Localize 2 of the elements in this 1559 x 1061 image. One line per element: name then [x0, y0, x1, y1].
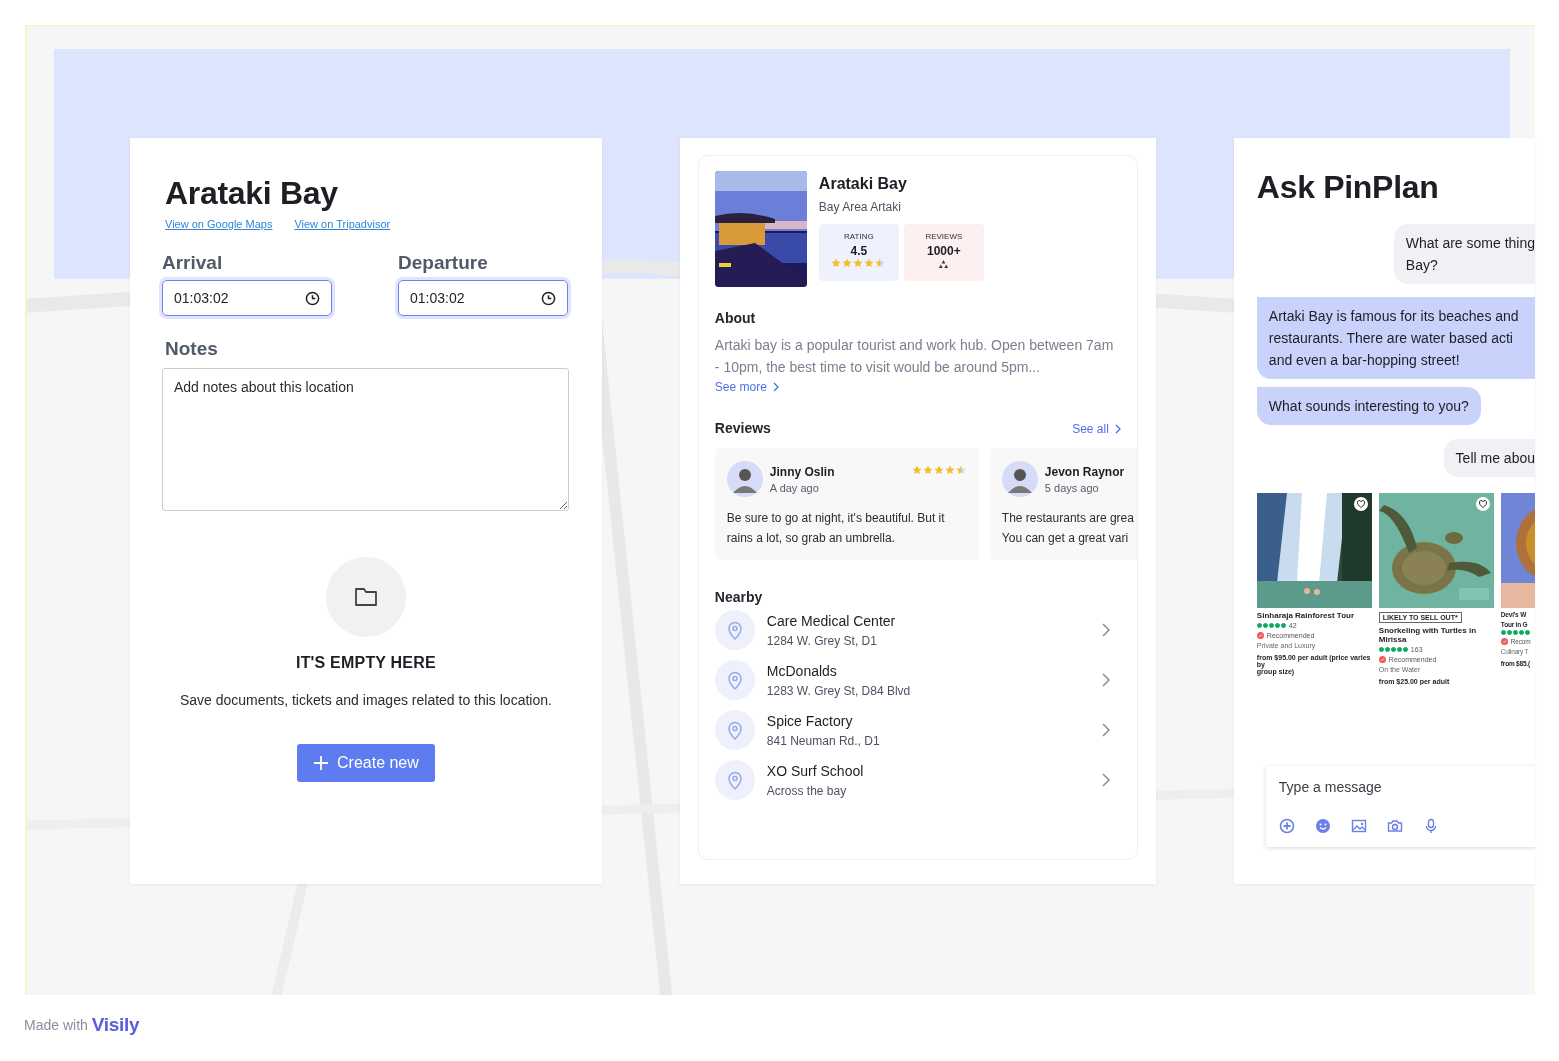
footer-text: Made with	[24, 1017, 88, 1033]
brand-logo[interactable]: Visily	[91, 1014, 140, 1036]
